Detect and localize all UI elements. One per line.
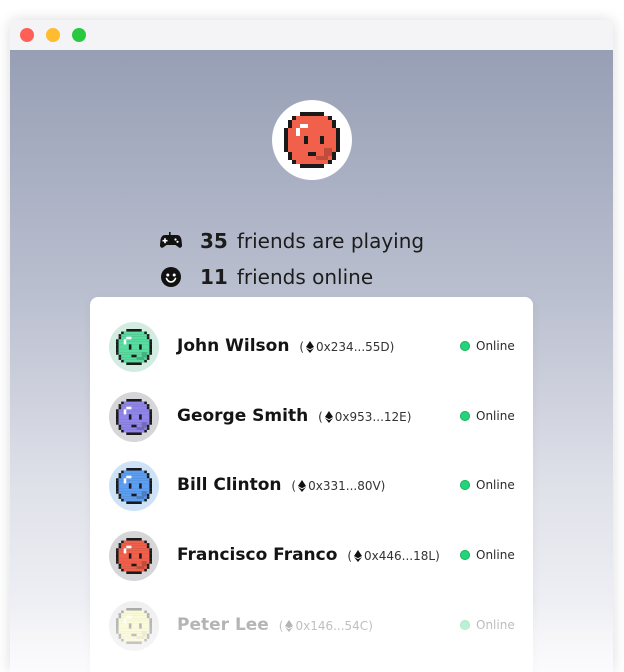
friend-name: Bill Clinton <box>177 475 282 495</box>
playing-count: 35 <box>200 229 228 253</box>
friend-row[interactable]: Bill Clinton (0x331...80V) Online <box>90 461 533 517</box>
friend-name: John Wilson <box>177 336 290 356</box>
playing-label: friends are playing <box>236 229 425 253</box>
ethereum-icon <box>285 620 294 632</box>
wallet-address: (0x953...12E) <box>318 410 412 424</box>
online-label: friends online <box>236 265 374 289</box>
friend-avatar <box>109 531 159 581</box>
friend-avatar <box>109 392 159 442</box>
friend-name: George Smith <box>177 406 309 426</box>
online-stat: 11 friends online <box>160 264 373 290</box>
ethereum-icon <box>324 411 333 423</box>
pixel-face-icon <box>116 329 152 365</box>
wallet-address: (0x234...55D) <box>299 340 395 354</box>
pixel-face-icon <box>116 468 152 504</box>
gamepad-icon <box>160 230 182 252</box>
status-label: Online <box>476 548 515 562</box>
friend-avatar <box>109 601 159 651</box>
status-label: Online <box>476 618 515 632</box>
status-badge: Online <box>460 409 515 423</box>
friends-list: John Wilson (0x234...55D) Online George … <box>90 297 533 672</box>
wallet-address: (0x446...18L) <box>347 549 440 563</box>
friend-name: Peter Lee <box>177 615 269 635</box>
app-window: 35 friends are playing 11 friends online <box>10 20 613 672</box>
wallet-address: (0x331...80V) <box>291 479 386 493</box>
friend-avatar <box>109 322 159 372</box>
friend-row[interactable]: John Wilson (0x234...55D) Online <box>90 322 533 378</box>
online-dot-icon <box>460 480 470 490</box>
pixel-face-icon <box>116 538 152 574</box>
friend-row[interactable]: Francisco Franco (0x446...18L) Online <box>90 531 533 587</box>
status-badge: Online <box>460 618 515 632</box>
wallet-address: (0x146...54C) <box>278 619 373 633</box>
playing-stat: 35 friends are playing <box>160 228 424 254</box>
online-count: 11 <box>200 265 228 289</box>
friend-avatar <box>109 461 159 511</box>
online-dot-icon <box>460 341 470 351</box>
ethereum-icon <box>298 480 307 492</box>
online-dot-icon <box>460 620 470 630</box>
pixel-face-icon <box>284 112 340 168</box>
status-badge: Online <box>460 548 515 562</box>
status-label: Online <box>476 409 515 423</box>
ethereum-icon <box>306 341 315 353</box>
friend-row[interactable]: Peter Lee (0x146...54C) Online <box>90 601 533 657</box>
friends-screen: 35 friends are playing 11 friends online <box>10 50 613 672</box>
pixel-face-icon <box>116 608 152 644</box>
close-window-button[interactable] <box>20 28 34 42</box>
online-dot-icon <box>460 550 470 560</box>
pixel-face-icon <box>116 399 152 435</box>
friend-name: Francisco Franco <box>177 545 338 565</box>
status-label: Online <box>476 339 515 353</box>
profile-avatar[interactable] <box>272 100 352 180</box>
ethereum-icon <box>354 550 363 562</box>
online-dot-icon <box>460 411 470 421</box>
maximize-window-button[interactable] <box>72 28 86 42</box>
minimize-window-button[interactable] <box>46 28 60 42</box>
status-badge: Online <box>460 339 515 353</box>
title-bar <box>10 20 613 50</box>
friend-row[interactable]: George Smith (0x953...12E) Online <box>90 392 533 448</box>
status-label: Online <box>476 478 515 492</box>
smiley-icon <box>160 266 182 288</box>
status-badge: Online <box>460 478 515 492</box>
